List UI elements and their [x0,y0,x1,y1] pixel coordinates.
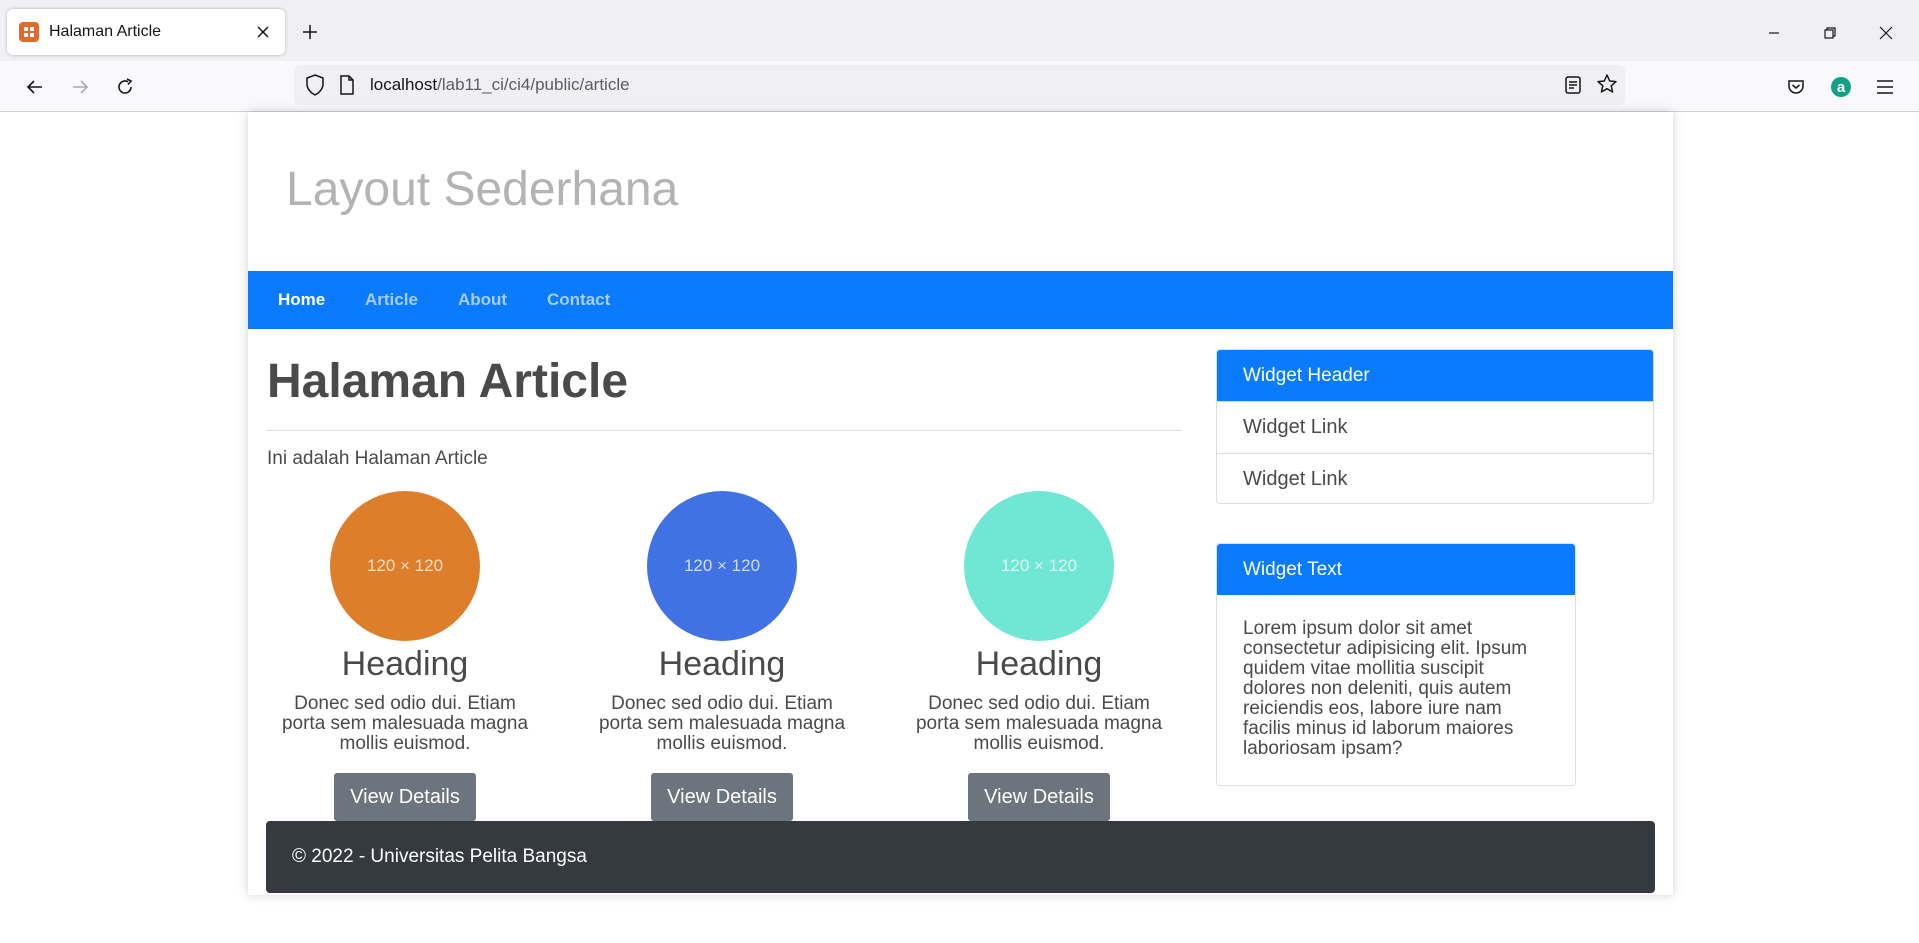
divider [267,430,1181,431]
site-title: Layout Sederhana [286,163,679,216]
site-footer: © 2022 - Universitas Pelita Bangsa [266,821,1655,893]
bookmark-star-icon[interactable] [1596,73,1618,100]
view-details-button[interactable]: View Details [968,773,1110,821]
browser-toolbar: localhost/lab11_ci/ci4/public/article a [0,61,1919,112]
footer-text: © 2022 - Universitas Pelita Bangsa [292,846,587,867]
url-bar[interactable]: localhost/lab11_ci/ci4/public/article [294,65,1625,105]
widget-link[interactable]: Widget Link [1217,401,1653,453]
card-text: Donec sed odio dui. Etiam porta sem male… [281,693,529,754]
nav-link-about[interactable]: About [458,290,507,310]
tab-title: Halaman Article [49,23,162,40]
feature-card: 120 × 120 Heading Donec sed odio dui. Et… [270,491,540,821]
placeholder-image: 120 × 120 [647,491,797,641]
new-tab-icon[interactable] [298,20,322,44]
url-text[interactable]: localhost/lab11_ci/ci4/public/article [370,75,630,95]
intro-text: Ini adalah Halaman Article [267,448,488,469]
widget-links: Widget Header Widget Link Widget Link [1216,349,1654,504]
extension-avatar-icon[interactable]: a [1828,74,1854,100]
url-host: localhost [370,75,438,94]
placeholder-label: 120 × 120 [366,556,444,575]
card-heading: Heading [658,645,786,683]
browser-tab-bar: Halaman Article [0,0,1919,61]
card-text: Donec sed odio dui. Etiam porta sem male… [915,693,1163,754]
restore-icon[interactable] [1815,18,1845,48]
page-container: Layout Sederhana Home Article About Cont… [248,112,1673,895]
page-viewport: Layout Sederhana Home Article About Cont… [0,112,1919,943]
placeholder-label: 120 × 120 [683,556,761,575]
menu-hamburger-icon[interactable] [1872,74,1898,100]
minimize-icon[interactable] [1759,18,1789,48]
pocket-icon[interactable] [1783,74,1809,100]
url-path: /lab11_ci/ci4/public/article [437,75,630,94]
widget-link[interactable]: Widget Link [1217,453,1653,503]
page-title: Halaman Article [267,355,629,408]
svg-text:a: a [1837,79,1846,96]
back-icon[interactable] [22,74,48,100]
widget-body-text: Lorem ipsum dolor sit amet consectetur a… [1243,618,1528,759]
nav-link-article[interactable]: Article [365,290,418,310]
reload-icon[interactable] [112,74,138,100]
feature-card: 120 × 120 Heading Donec sed odio dui. Et… [587,491,857,821]
nav-link-home[interactable]: Home [278,290,325,310]
page-icon[interactable] [339,75,355,100]
browser-tab[interactable]: Halaman Article [7,9,285,55]
card-heading: Heading [975,645,1103,683]
site-header: Layout Sederhana [248,112,1673,270]
reader-view-icon[interactable] [1564,75,1582,100]
close-window-icon[interactable] [1871,18,1901,48]
forward-icon[interactable] [67,74,93,100]
card-text: Donec sed odio dui. Etiam porta sem male… [598,693,846,754]
view-details-button[interactable]: View Details [651,773,793,821]
widget-text: Widget Text Lorem ipsum dolor sit amet c… [1216,543,1576,786]
view-details-button[interactable]: View Details [334,773,476,821]
shield-icon[interactable] [305,74,325,101]
placeholder-label: 120 × 120 [1000,556,1078,575]
site-nav: Home Article About Contact [248,271,1673,329]
placeholder-image: 120 × 120 [964,491,1114,641]
widget-header: Widget Text [1217,544,1575,595]
nav-link-contact[interactable]: Contact [547,290,610,310]
xampp-favicon-icon [19,22,39,42]
card-heading: Heading [341,645,469,683]
widget-header: Widget Header [1217,350,1653,401]
placeholder-image: 120 × 120 [330,491,480,641]
close-tab-icon[interactable] [251,20,275,44]
feature-card: 120 × 120 Heading Donec sed odio dui. Et… [904,491,1174,821]
